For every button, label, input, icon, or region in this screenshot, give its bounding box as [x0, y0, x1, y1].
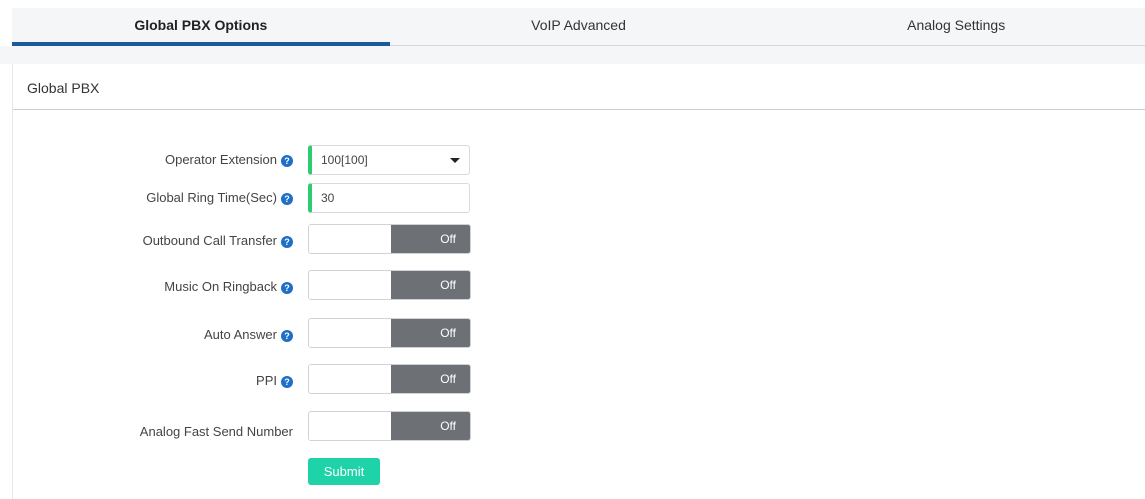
analog-fast-send-number-toggle[interactable]: Off	[308, 411, 471, 441]
panel-title: Global PBX	[13, 64, 1145, 110]
operator-extension-value: 100[100]	[321, 153, 368, 167]
auto-answer-label: Auto Answer?	[204, 327, 293, 342]
toggle-knob	[309, 225, 391, 253]
ppi-label: PPI?	[256, 373, 293, 388]
submit-button[interactable]: Submit	[308, 458, 380, 485]
ppi-toggle[interactable]: Off	[308, 364, 471, 394]
toggle-state: Off	[391, 225, 470, 253]
toggle-state: Off	[391, 271, 470, 299]
help-icon[interactable]: ?	[281, 330, 293, 342]
outbound-call-transfer-label: Outbound Call Transfer?	[143, 233, 293, 248]
tab-analog-settings[interactable]: Analog Settings	[767, 8, 1145, 45]
help-icon[interactable]: ?	[281, 155, 293, 167]
tab-bar: Global PBX Options VoIP Advanced Analog …	[12, 8, 1145, 46]
operator-extension-select[interactable]: 100[100]	[308, 145, 470, 175]
auto-answer-toggle[interactable]: Off	[308, 318, 471, 348]
help-icon[interactable]: ?	[281, 193, 293, 205]
help-icon[interactable]: ?	[281, 282, 293, 294]
analog-fast-send-number-label: Analog Fast Send Number	[139, 424, 293, 439]
operator-extension-label: Operator Extension?	[165, 152, 293, 167]
outbound-call-transfer-toggle[interactable]: Off	[308, 224, 471, 254]
toggle-knob	[309, 271, 391, 299]
help-icon[interactable]: ?	[281, 376, 293, 388]
tab-voip-advanced[interactable]: VoIP Advanced	[390, 8, 768, 45]
music-on-ringback-toggle[interactable]: Off	[308, 270, 471, 300]
toggle-knob	[309, 412, 391, 440]
section-gap	[0, 46, 1145, 64]
help-icon[interactable]: ?	[281, 236, 293, 248]
chevron-down-icon	[450, 158, 460, 163]
toggle-knob	[309, 365, 391, 393]
toggle-state: Off	[391, 365, 470, 393]
toggle-state: Off	[391, 319, 470, 347]
toggle-state: Off	[391, 412, 470, 440]
global-ring-time-input[interactable]: 30	[308, 183, 470, 213]
tab-global-pbx-options[interactable]: Global PBX Options	[12, 8, 390, 46]
toggle-knob	[309, 319, 391, 347]
global-ring-time-label: Global Ring Time(Sec)?	[146, 190, 293, 205]
music-on-ringback-label: Music On Ringback?	[164, 279, 293, 294]
global-pbx-panel: Global PBX Operator Extension? 100[100] …	[12, 64, 1145, 499]
